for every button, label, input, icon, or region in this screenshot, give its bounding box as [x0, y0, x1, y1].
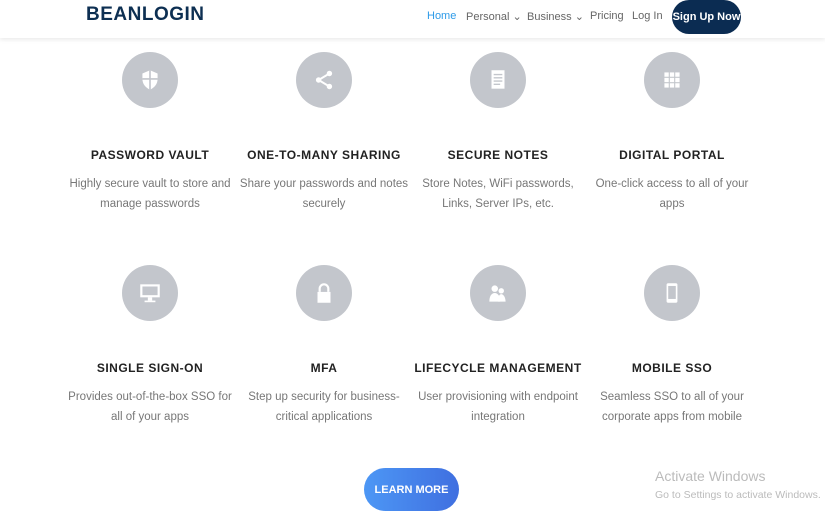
share-icon — [296, 52, 352, 108]
feature-card: SINGLE SIGN-ON Provides out-of-the-box S… — [65, 265, 235, 427]
feature-title: LIFECYCLE MANAGEMENT — [414, 361, 582, 375]
feature-description: Highly secure vault to store and manage … — [69, 178, 231, 210]
feature-description: Step up security for business-critical a… — [248, 391, 400, 423]
feature-card: MFA Step up security for business-critic… — [239, 265, 409, 427]
watermark-title: Activate Windows — [655, 468, 766, 484]
feature-description: Share your passwords and notes securely — [239, 178, 409, 210]
lock-icon — [296, 265, 352, 321]
feature-title: ONE-TO-MANY SHARING — [247, 148, 401, 162]
feature-description: Seamless SSO to all of your corporate ap… — [600, 391, 744, 423]
nav-personal[interactable]: Personal ⌄ — [466, 10, 522, 23]
feature-title: SECURE NOTES — [447, 148, 549, 162]
grid-icon — [644, 52, 700, 108]
feature-title: MFA — [310, 361, 338, 375]
nav-home[interactable]: Home — [427, 10, 456, 22]
monitor-icon — [122, 265, 178, 321]
feature-card: PASSWORD VAULT Highly secure vault to st… — [65, 52, 235, 214]
feature-title: SINGLE SIGN-ON — [96, 361, 204, 375]
feature-description: User provisioning with endpoint integrat… — [418, 391, 578, 423]
nav-login[interactable]: Log In — [632, 10, 663, 22]
notes-icon — [470, 52, 526, 108]
feature-card: SECURE NOTES Store Notes, WiFi passwords… — [413, 52, 583, 214]
feature-card: DIGITAL PORTAL One-click access to all o… — [587, 52, 757, 214]
mobile-icon — [644, 265, 700, 321]
users-icon — [470, 265, 526, 321]
feature-title: DIGITAL PORTAL — [619, 148, 725, 162]
learn-more-button[interactable]: LEARN MORE — [364, 468, 459, 511]
header: BEANLOGIN Home Personal ⌄ Business ⌄ Pri… — [0, 0, 825, 38]
sign-up-button[interactable]: Sign Up Now — [672, 0, 741, 34]
feature-description: Store Notes, WiFi passwords, Links, Serv… — [422, 178, 574, 210]
nav-pricing[interactable]: Pricing — [590, 10, 624, 22]
nav-business[interactable]: Business ⌄ — [527, 10, 584, 23]
feature-card: LIFECYCLE MANAGEMENT User provisioning w… — [413, 265, 583, 427]
feature-card: MOBILE SSO Seamless SSO to all of your c… — [587, 265, 757, 427]
feature-description: One-click access to all of your apps — [595, 178, 749, 210]
feature-description: Provides out-of-the-box SSO for all of y… — [68, 391, 232, 423]
feature-title: MOBILE SSO — [631, 361, 713, 375]
feature-title: PASSWORD VAULT — [90, 148, 210, 162]
feature-card: ONE-TO-MANY SHARING Share your passwords… — [239, 52, 409, 214]
watermark-subtitle: Go to Settings to activate Windows. — [655, 489, 821, 501]
shield-icon — [122, 52, 178, 108]
logo[interactable]: BEANLOGIN — [86, 4, 205, 26]
